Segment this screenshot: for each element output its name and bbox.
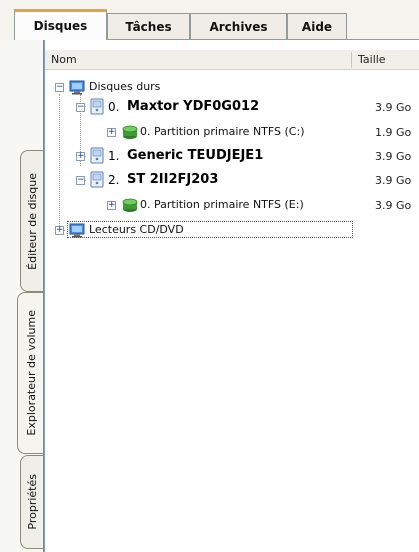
disk-name: Maxtor YDF0G012 bbox=[127, 99, 260, 114]
top-tab-bar: Disques Tâches Archives Aide bbox=[0, 0, 419, 40]
collapse-icon[interactable]: − bbox=[55, 83, 64, 92]
partition-icon bbox=[122, 125, 138, 139]
partition-size: 1.9 Go bbox=[375, 126, 412, 139]
disk-size: 3.9 Go bbox=[375, 150, 412, 163]
partition-size: 3.9 Go bbox=[375, 199, 412, 212]
collapse-icon[interactable]: − bbox=[76, 176, 85, 185]
cd-dvd-icon bbox=[69, 223, 85, 238]
expand-icon[interactable]: + bbox=[107, 201, 116, 210]
disk-tree-panel[interactable]: Nom Taille − Disques durs − 0. Maxtor YD… bbox=[44, 40, 419, 552]
side-tab-bar: Éditeur de disque Explorateur de volume … bbox=[0, 0, 46, 552]
hard-disks-icon bbox=[69, 80, 85, 95]
partition-label: 0. Partition primaire NTFS (E:) bbox=[140, 198, 304, 211]
column-header: Nom Taille bbox=[45, 50, 419, 70]
tree-row-disk[interactable]: − 0. Maxtor YDF0G012 3.9 Go bbox=[45, 98, 419, 116]
disk-name: Generic TEUDJEJE1 bbox=[127, 148, 264, 163]
tree-row-partition[interactable]: + 0. Partition primaire NTFS (E:) 3.9 Go bbox=[45, 196, 419, 214]
tab-aide[interactable]: Aide bbox=[287, 13, 347, 39]
side-tab-properties[interactable]: Propriétés bbox=[20, 455, 43, 549]
tab-label: Archives bbox=[209, 19, 268, 34]
partition-icon bbox=[122, 198, 138, 212]
tree-label: Lecteurs CD/DVD bbox=[89, 223, 184, 236]
disk-index: 1. bbox=[108, 149, 120, 163]
expand-icon[interactable]: + bbox=[76, 152, 85, 161]
disk-index: 0. bbox=[108, 100, 120, 114]
expand-icon[interactable]: + bbox=[107, 128, 116, 137]
tab-label: Tâches bbox=[125, 19, 172, 34]
disk-size: 3.9 Go bbox=[375, 101, 412, 114]
column-name[interactable]: Nom bbox=[51, 53, 77, 66]
column-size[interactable]: Taille bbox=[358, 53, 386, 66]
tree-row-cd-dvd[interactable]: + Lecteurs CD/DVD bbox=[45, 221, 355, 239]
tree-row-disk[interactable]: − 2. ST 2II2FJ203 3.9 Go bbox=[45, 171, 419, 189]
tab-taches[interactable]: Tâches bbox=[107, 13, 190, 39]
tab-archives[interactable]: Archives bbox=[190, 13, 287, 39]
side-tab-disk-editor[interactable]: Éditeur de disque bbox=[20, 150, 43, 292]
disk-name: ST 2II2FJ203 bbox=[127, 172, 219, 187]
disk-icon bbox=[90, 98, 104, 115]
tree-row-disk[interactable]: + 1. Generic TEUDJEJE1 3.9 Go bbox=[45, 147, 419, 165]
tree-row-partition[interactable]: + 0. Partition primaire NTFS (C:) 1.9 Go bbox=[45, 123, 419, 141]
side-tab-volume-explorer[interactable]: Explorateur de volume bbox=[17, 292, 44, 454]
collapse-icon[interactable]: − bbox=[76, 103, 85, 112]
tab-label: Aide bbox=[301, 19, 333, 34]
column-separator[interactable] bbox=[351, 52, 352, 68]
tab-disques[interactable]: Disques bbox=[14, 9, 107, 40]
disk-icon bbox=[90, 171, 104, 188]
side-tab-label: Propriétés bbox=[25, 474, 39, 530]
tree-row-hard-disks[interactable]: − Disques durs bbox=[45, 78, 245, 96]
partition-label: 0. Partition primaire NTFS (C:) bbox=[140, 125, 305, 138]
side-tab-label: Explorateur de volume bbox=[24, 310, 38, 436]
tree-label: Disques durs bbox=[89, 80, 161, 93]
side-tab-label: Éditeur de disque bbox=[25, 172, 39, 270]
expand-icon[interactable]: + bbox=[55, 226, 64, 235]
disk-icon bbox=[90, 147, 104, 164]
disk-index: 2. bbox=[108, 173, 120, 187]
disk-size: 3.9 Go bbox=[375, 174, 412, 187]
tab-label: Disques bbox=[33, 19, 88, 33]
